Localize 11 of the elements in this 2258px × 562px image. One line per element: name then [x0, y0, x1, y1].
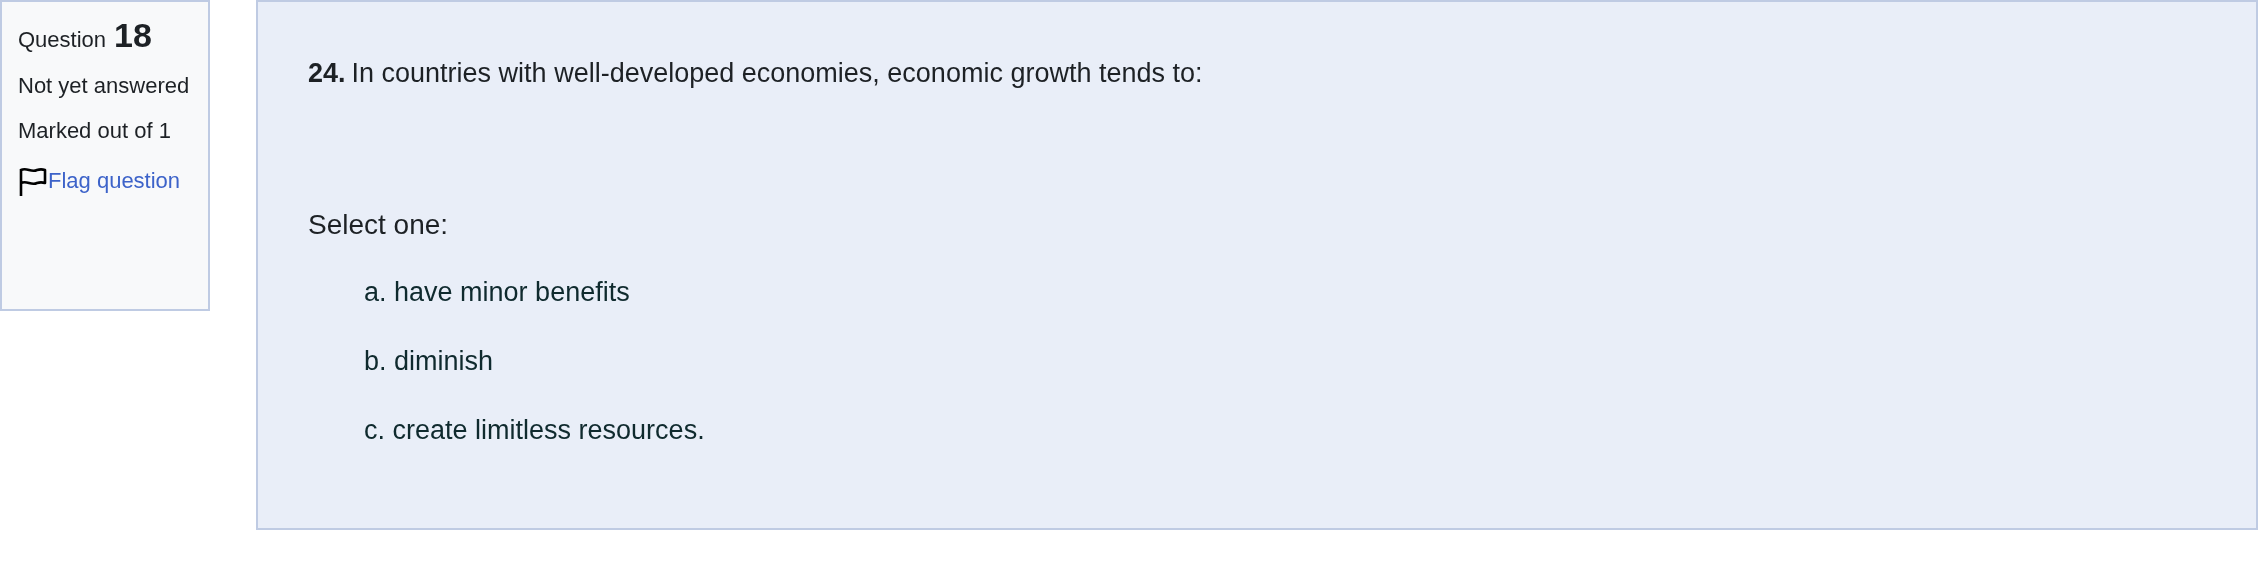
answer-status: Not yet answered [18, 72, 191, 100]
flag-icon[interactable] [18, 166, 48, 198]
question-number: 18 [114, 16, 152, 55]
question-text: 24. In countries with well-developed economies, economic growth tends to: [308, 58, 1204, 89]
select-prompt: Select one: [308, 209, 450, 241]
marks-text: Marked out of 1 [18, 118, 172, 144]
answer-option[interactable]: c. create limitless resources. [364, 415, 2206, 446]
flag-question-link[interactable]: Flag question [18, 162, 181, 199]
question-label: Question [18, 27, 107, 53]
answer-option[interactable]: b. diminish [364, 346, 2206, 377]
answer-option[interactable]: a. have minor benefits [364, 277, 2206, 308]
